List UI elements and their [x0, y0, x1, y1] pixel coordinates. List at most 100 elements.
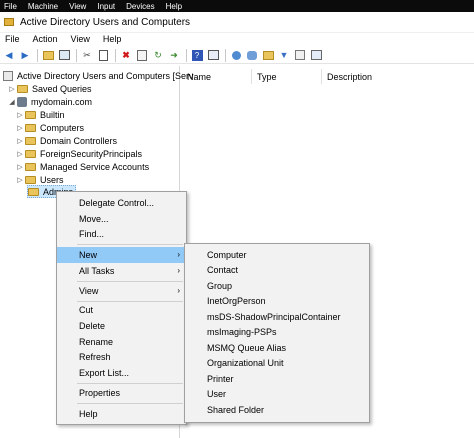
folder-icon	[25, 175, 36, 184]
window-title: Active Directory Users and Computers	[20, 16, 191, 28]
vm-menu-file[interactable]: File	[4, 2, 17, 11]
vm-menu-help[interactable]: Help	[166, 2, 182, 11]
tree-item-label: mydomain.com	[31, 96, 93, 107]
new-menu-item-contact[interactable]: Contact	[185, 262, 369, 278]
tree-item-managed-service-accounts[interactable]: ▷ Managed Service Accounts	[15, 160, 149, 173]
back-icon[interactable]: ◀	[3, 49, 15, 61]
expand-arrow-icon[interactable]: ▷	[15, 111, 25, 119]
tree-item-foreign-security-principals[interactable]: ▷ ForeignSecurityPrincipals	[15, 147, 142, 160]
folder-icon	[25, 162, 36, 171]
menu-separator	[77, 403, 183, 404]
menu-item-view[interactable]: View ›	[57, 283, 186, 299]
submenu-arrow-icon: ›	[177, 266, 180, 275]
menu-item-all-tasks[interactable]: All Tasks ›	[57, 263, 186, 279]
folder-icon	[25, 136, 36, 145]
menu-view[interactable]: View	[71, 34, 90, 44]
ou-folder-icon	[28, 187, 39, 196]
console-icon[interactable]	[207, 49, 219, 61]
menu-separator	[77, 244, 183, 245]
export-icon[interactable]: ➜	[168, 49, 180, 61]
menu-item-new[interactable]: New ›	[57, 247, 186, 263]
active-directory-icon	[3, 70, 13, 81]
filter-icon[interactable]: ▼	[278, 49, 290, 61]
new-menu-item-msds-shadowprincipalcontainer[interactable]: msDS-ShadowPrincipalContainer	[185, 309, 369, 325]
show-tree-icon[interactable]	[58, 49, 70, 61]
expand-arrow-icon[interactable]: ▷	[7, 85, 17, 93]
column-divider[interactable]	[321, 69, 322, 84]
menu-help[interactable]: Help	[103, 34, 122, 44]
menu-item-label: View	[79, 286, 99, 296]
menu-item-rename[interactable]: Rename	[57, 334, 186, 350]
help-icon[interactable]: ?	[191, 49, 203, 61]
menu-item-label: All Tasks	[79, 266, 115, 276]
properties-icon[interactable]	[136, 49, 148, 61]
new-menu-item-msimaging-psps[interactable]: msImaging-PSPs	[185, 324, 369, 340]
forward-icon[interactable]: ▶	[19, 49, 31, 61]
column-divider[interactable]	[251, 69, 252, 84]
menu-item-find[interactable]: Find...	[57, 226, 186, 242]
expand-arrow-icon[interactable]: ▷	[15, 150, 25, 158]
column-header-type[interactable]: Type	[257, 70, 277, 84]
new-menu-item-group[interactable]: Group	[185, 278, 369, 294]
new-user-icon[interactable]	[230, 49, 242, 61]
new-menu-item-user[interactable]: User	[185, 386, 369, 402]
tree-item-computers[interactable]: ▷ Computers	[15, 121, 84, 134]
tree-item-domain[interactable]: ◢ mydomain.com	[7, 95, 92, 108]
delete-icon[interactable]: ✖	[120, 49, 132, 61]
menu-item-properties[interactable]: Properties	[57, 385, 186, 401]
toolbar-separator	[115, 48, 116, 62]
new-ou-icon[interactable]	[262, 49, 274, 61]
tree-item-builtin[interactable]: ▷ Builtin	[15, 108, 65, 121]
tree-item-label: Users	[40, 174, 64, 185]
vm-menu-machine[interactable]: Machine	[28, 2, 58, 11]
folder-icon	[25, 110, 36, 119]
menu-action[interactable]: Action	[33, 34, 58, 44]
expand-arrow-icon[interactable]: ▷	[15, 163, 25, 171]
refresh-icon[interactable]: ↻	[152, 49, 164, 61]
up-folder-icon[interactable]	[42, 49, 54, 61]
menu-separator	[77, 281, 183, 282]
tree-item-label: Builtin	[40, 109, 65, 120]
menu-item-delete[interactable]: Delete	[57, 318, 186, 334]
menu-item-delegate-control[interactable]: Delegate Control...	[57, 195, 186, 211]
tree-item-label: Saved Queries	[32, 83, 92, 94]
tree-root[interactable]: Active Directory Users and Computers [Se…	[3, 69, 194, 82]
menu-item-label: New	[79, 250, 98, 260]
tree-item-label: ForeignSecurityPrincipals	[40, 148, 143, 159]
collapse-arrow-icon[interactable]: ◢	[7, 98, 17, 106]
add-to-group-icon[interactable]	[294, 49, 306, 61]
new-menu-item-organizational-unit[interactable]: Organizational Unit	[185, 355, 369, 371]
new-menu-item-shared-folder[interactable]: Shared Folder	[185, 402, 369, 418]
new-menu-item-printer[interactable]: Printer	[185, 371, 369, 387]
new-menu-item-computer[interactable]: Computer	[185, 247, 369, 263]
menu-item-cut[interactable]: Cut	[57, 302, 186, 318]
cut-icon[interactable]: ✂	[81, 49, 93, 61]
tree-item-domain-controllers[interactable]: ▷ Domain Controllers	[15, 134, 117, 147]
copy-icon[interactable]	[97, 49, 109, 61]
tree-item-label: Managed Service Accounts	[40, 161, 150, 172]
column-header-name[interactable]: Name	[187, 70, 211, 84]
column-header-description[interactable]: Description	[327, 70, 372, 84]
menu-item-export-list[interactable]: Export List...	[57, 365, 186, 381]
toolbar-separator	[37, 48, 38, 62]
menu-item-help[interactable]: Help	[57, 406, 186, 422]
expand-arrow-icon[interactable]: ▷	[15, 137, 25, 145]
menu-file[interactable]: File	[5, 34, 20, 44]
expand-arrow-icon[interactable]: ▷	[15, 176, 25, 184]
vm-menu-input[interactable]: Input	[97, 2, 115, 11]
vm-menu-devices[interactable]: Devices	[126, 2, 154, 11]
tree-item-saved-queries[interactable]: ▷ Saved Queries	[7, 82, 92, 95]
new-menu-item-msmq-queue-alias[interactable]: MSMQ Queue Alias	[185, 340, 369, 356]
toolbar: ◀ ▶ ✂ ✖ ↻ ➜ ? ▼	[0, 47, 474, 64]
expand-arrow-icon[interactable]: ▷	[15, 124, 25, 132]
menu-item-refresh[interactable]: Refresh	[57, 349, 186, 365]
domain-icon	[17, 96, 27, 107]
menu-item-move[interactable]: Move...	[57, 211, 186, 227]
new-group-icon[interactable]	[246, 49, 258, 61]
vm-menu-view[interactable]: View	[69, 2, 86, 11]
folder-icon	[25, 149, 36, 158]
find-icon[interactable]	[310, 49, 322, 61]
toolbar-separator	[76, 48, 77, 62]
new-menu-item-inetorgperson[interactable]: InetOrgPerson	[185, 293, 369, 309]
submenu-arrow-icon: ›	[177, 286, 180, 295]
